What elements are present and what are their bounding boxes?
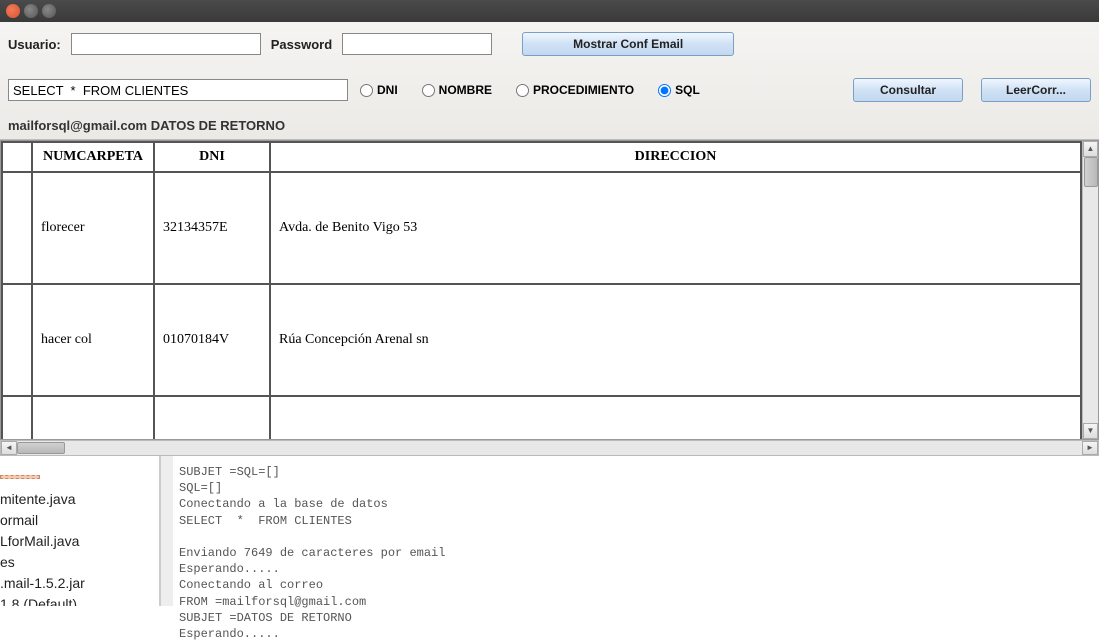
minimize-icon[interactable]: [24, 4, 38, 18]
radio-nombre-label: NOMBRE: [439, 83, 492, 97]
cell-blank: [2, 284, 32, 396]
radio-dni[interactable]: DNI: [360, 83, 398, 97]
scroll-thumb[interactable]: [1084, 157, 1098, 187]
header-dni: DNI: [154, 142, 270, 172]
maximize-icon[interactable]: [42, 4, 56, 18]
cell-direccion: Avda. de Benito Vigo 53: [270, 172, 1081, 284]
hscroll-track[interactable]: [17, 441, 1082, 455]
credentials-row: Usuario: Password Mostrar Conf Email: [8, 32, 1091, 56]
radio-proc-input[interactable]: [516, 84, 529, 97]
results-table-container: NUMCARPETA DNI DIRECCION florecer 321343…: [0, 140, 1099, 440]
radio-sql[interactable]: SQL: [658, 83, 700, 97]
vertical-scrollbar[interactable]: ▲ ▼: [1082, 141, 1098, 439]
radio-dni-label: DNI: [377, 83, 398, 97]
console-gutter: [161, 456, 173, 606]
list-item[interactable]: .mail-1.5.2.jar: [0, 573, 153, 594]
table-header-row: NUMCARPETA DNI DIRECCION: [2, 142, 1081, 172]
scroll-right-icon[interactable]: ►: [1082, 441, 1098, 455]
radio-nombre-input[interactable]: [422, 84, 435, 97]
header-direccion: DIRECCION: [270, 142, 1081, 172]
console-output: SUBJET =SQL=[] SQL=[] Conectando a la ba…: [173, 456, 453, 606]
scroll-left-icon[interactable]: ◄: [1, 441, 17, 455]
header-numcarpeta: NUMCARPETA: [32, 142, 154, 172]
highlight-marker: [0, 475, 40, 479]
sql-input[interactable]: [8, 79, 348, 101]
radio-nombre[interactable]: NOMBRE: [422, 83, 492, 97]
radio-group: DNI NOMBRE PROCEDIMIENTO SQL: [360, 83, 718, 97]
toolbar-panel: Usuario: Password Mostrar Conf Email DNI…: [0, 22, 1099, 140]
password-input[interactable]: [342, 33, 492, 55]
cell-dni: [154, 396, 270, 439]
cell-direccion: [270, 396, 1081, 439]
password-label: Password: [271, 37, 332, 52]
radio-procedimiento[interactable]: PROCEDIMIENTO: [516, 83, 634, 97]
console-panel: SUBJET =SQL=[] SQL=[] Conectando a la ba…: [160, 456, 1099, 606]
close-icon[interactable]: [6, 4, 20, 18]
table-row[interactable]: florecer 32134357E Avda. de Benito Vigo …: [2, 172, 1081, 284]
radio-sql-input[interactable]: [658, 84, 671, 97]
mostrar-conf-email-button[interactable]: Mostrar Conf Email: [522, 32, 734, 56]
radio-sql-label: SQL: [675, 83, 700, 97]
radio-proc-label: PROCEDIMIENTO: [533, 83, 634, 97]
usuario-input[interactable]: [71, 33, 261, 55]
horizontal-scrollbar[interactable]: ◄ ►: [0, 440, 1099, 456]
window-titlebar: [0, 0, 1099, 22]
cell-numcarpeta: hacer col: [32, 284, 154, 396]
ide-bottom-area: mitente.java ormail LforMail.java es .ma…: [0, 456, 1099, 606]
status-text: mailforsql@gmail.com DATOS DE RETORNO: [8, 118, 1091, 133]
leer-correo-button[interactable]: LeerCorr...: [981, 78, 1091, 102]
query-row: DNI NOMBRE PROCEDIMIENTO SQL Consultar L…: [8, 78, 1091, 102]
scroll-up-icon[interactable]: ▲: [1083, 141, 1098, 157]
table-row[interactable]: hacer col 01070184V Rúa Concepción Arena…: [2, 284, 1081, 396]
cell-direccion: Rúa Concepción Arenal sn: [270, 284, 1081, 396]
file-tree-panel: mitente.java ormail LforMail.java es .ma…: [0, 456, 160, 606]
list-item[interactable]: 1.8 (Default): [0, 594, 153, 606]
usuario-label: Usuario:: [8, 37, 61, 52]
consultar-button[interactable]: Consultar: [853, 78, 963, 102]
list-item[interactable]: es: [0, 552, 153, 573]
cell-numcarpeta: [32, 396, 154, 439]
cell-numcarpeta: florecer: [32, 172, 154, 284]
table-scroll-area: NUMCARPETA DNI DIRECCION florecer 321343…: [1, 141, 1082, 439]
list-item[interactable]: mitente.java: [0, 489, 153, 510]
results-table: NUMCARPETA DNI DIRECCION florecer 321343…: [1, 141, 1082, 439]
list-item[interactable]: ormail: [0, 510, 153, 531]
cell-dni: 01070184V: [154, 284, 270, 396]
table-row[interactable]: [2, 396, 1081, 439]
list-item[interactable]: LforMail.java: [0, 531, 153, 552]
cell-blank: [2, 396, 32, 439]
header-blank: [2, 142, 32, 172]
radio-dni-input[interactable]: [360, 84, 373, 97]
cell-dni: 32134357E: [154, 172, 270, 284]
scroll-down-icon[interactable]: ▼: [1083, 423, 1098, 439]
cell-blank: [2, 172, 32, 284]
hscroll-thumb[interactable]: [17, 442, 65, 454]
